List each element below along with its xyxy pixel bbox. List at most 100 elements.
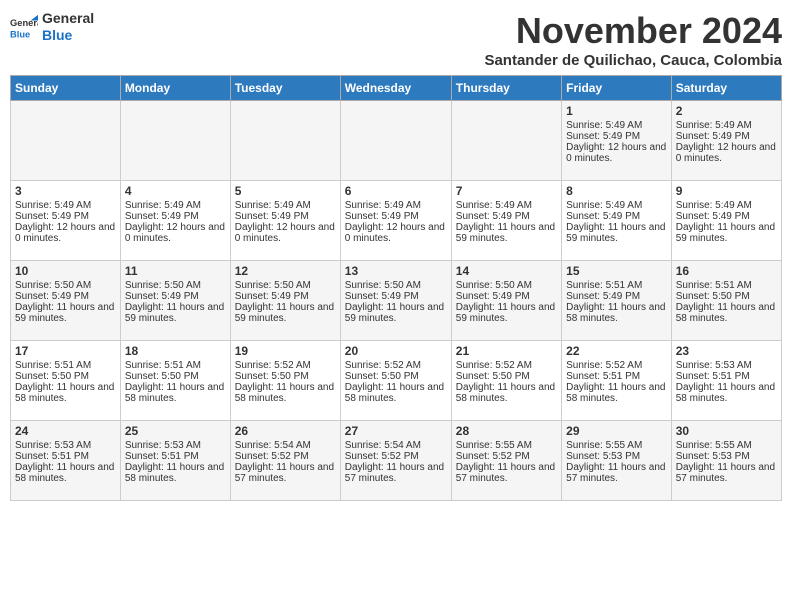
weekday-header-wednesday: Wednesday [340, 76, 451, 101]
sunrise-text: Sunrise: 5:53 AM [15, 440, 116, 451]
daylight-text: Daylight: 11 hours and 59 minutes. [456, 302, 557, 324]
day-number: 4 [125, 184, 226, 198]
sunset-text: Sunset: 5:50 PM [676, 291, 777, 302]
calendar-cell: 14Sunrise: 5:50 AMSunset: 5:49 PMDayligh… [451, 261, 561, 341]
daylight-text: Daylight: 11 hours and 57 minutes. [566, 462, 667, 484]
sunset-text: Sunset: 5:50 PM [15, 371, 116, 382]
day-number: 7 [456, 184, 557, 198]
sunrise-text: Sunrise: 5:52 AM [235, 360, 336, 371]
daylight-text: Daylight: 11 hours and 57 minutes. [235, 462, 336, 484]
day-number: 19 [235, 344, 336, 358]
daylight-text: Daylight: 11 hours and 58 minutes. [15, 382, 116, 404]
calendar-week-row: 1Sunrise: 5:49 AMSunset: 5:49 PMDaylight… [11, 101, 782, 181]
day-number: 6 [345, 184, 447, 198]
daylight-text: Daylight: 12 hours and 0 minutes. [15, 222, 116, 244]
sunrise-text: Sunrise: 5:50 AM [345, 280, 447, 291]
sunset-text: Sunset: 5:49 PM [676, 131, 777, 142]
daylight-text: Daylight: 11 hours and 58 minutes. [676, 382, 777, 404]
daylight-text: Daylight: 11 hours and 59 minutes. [456, 222, 557, 244]
sunrise-text: Sunrise: 5:49 AM [676, 120, 777, 131]
day-number: 10 [15, 264, 116, 278]
calendar-cell: 6Sunrise: 5:49 AMSunset: 5:49 PMDaylight… [340, 181, 451, 261]
weekday-header-sunday: Sunday [11, 76, 121, 101]
sunrise-text: Sunrise: 5:51 AM [566, 280, 667, 291]
calendar-week-row: 24Sunrise: 5:53 AMSunset: 5:51 PMDayligh… [11, 421, 782, 501]
logo-text-blue: Blue [42, 27, 94, 44]
day-number: 27 [345, 424, 447, 438]
calendar-table: SundayMondayTuesdayWednesdayThursdayFrid… [10, 75, 782, 501]
sunrise-text: Sunrise: 5:52 AM [345, 360, 447, 371]
sunrise-text: Sunrise: 5:49 AM [566, 200, 667, 211]
sunset-text: Sunset: 5:53 PM [566, 451, 667, 462]
sunrise-text: Sunrise: 5:50 AM [125, 280, 226, 291]
calendar-cell: 11Sunrise: 5:50 AMSunset: 5:49 PMDayligh… [120, 261, 230, 341]
location-subtitle: Santander de Quilichao, Cauca, Colombia [484, 52, 782, 69]
calendar-cell: 1Sunrise: 5:49 AMSunset: 5:49 PMDaylight… [562, 101, 672, 181]
calendar-cell: 20Sunrise: 5:52 AMSunset: 5:50 PMDayligh… [340, 341, 451, 421]
calendar-cell: 9Sunrise: 5:49 AMSunset: 5:49 PMDaylight… [671, 181, 781, 261]
sunset-text: Sunset: 5:51 PM [125, 451, 226, 462]
day-number: 15 [566, 264, 667, 278]
sunrise-text: Sunrise: 5:54 AM [345, 440, 447, 451]
daylight-text: Daylight: 11 hours and 57 minutes. [676, 462, 777, 484]
sunrise-text: Sunrise: 5:50 AM [456, 280, 557, 291]
calendar-cell: 16Sunrise: 5:51 AMSunset: 5:50 PMDayligh… [671, 261, 781, 341]
calendar-cell: 4Sunrise: 5:49 AMSunset: 5:49 PMDaylight… [120, 181, 230, 261]
sunrise-text: Sunrise: 5:49 AM [125, 200, 226, 211]
calendar-cell: 5Sunrise: 5:49 AMSunset: 5:49 PMDaylight… [230, 181, 340, 261]
calendar-cell: 22Sunrise: 5:52 AMSunset: 5:51 PMDayligh… [562, 341, 672, 421]
calendar-cell [340, 101, 451, 181]
daylight-text: Daylight: 11 hours and 58 minutes. [676, 302, 777, 324]
daylight-text: Daylight: 12 hours and 0 minutes. [676, 142, 777, 164]
sunset-text: Sunset: 5:49 PM [566, 211, 667, 222]
logo-text-general: General [42, 10, 94, 27]
daylight-text: Daylight: 11 hours and 59 minutes. [125, 302, 226, 324]
daylight-text: Daylight: 11 hours and 58 minutes. [15, 462, 116, 484]
sunset-text: Sunset: 5:51 PM [676, 371, 777, 382]
sunrise-text: Sunrise: 5:51 AM [125, 360, 226, 371]
calendar-week-row: 10Sunrise: 5:50 AMSunset: 5:49 PMDayligh… [11, 261, 782, 341]
day-number: 9 [676, 184, 777, 198]
calendar-cell: 3Sunrise: 5:49 AMSunset: 5:49 PMDaylight… [11, 181, 121, 261]
sunset-text: Sunset: 5:49 PM [676, 211, 777, 222]
sunset-text: Sunset: 5:49 PM [345, 291, 447, 302]
sunset-text: Sunset: 5:49 PM [125, 211, 226, 222]
day-number: 3 [15, 184, 116, 198]
daylight-text: Daylight: 11 hours and 57 minutes. [345, 462, 447, 484]
daylight-text: Daylight: 11 hours and 59 minutes. [566, 222, 667, 244]
calendar-week-row: 3Sunrise: 5:49 AMSunset: 5:49 PMDaylight… [11, 181, 782, 261]
logo-icon: General Blue [10, 13, 38, 41]
calendar-cell: 15Sunrise: 5:51 AMSunset: 5:49 PMDayligh… [562, 261, 672, 341]
weekday-header-friday: Friday [562, 76, 672, 101]
daylight-text: Daylight: 11 hours and 57 minutes. [456, 462, 557, 484]
sunrise-text: Sunrise: 5:53 AM [125, 440, 226, 451]
day-number: 26 [235, 424, 336, 438]
calendar-cell: 25Sunrise: 5:53 AMSunset: 5:51 PMDayligh… [120, 421, 230, 501]
day-number: 30 [676, 424, 777, 438]
sunset-text: Sunset: 5:49 PM [456, 211, 557, 222]
daylight-text: Daylight: 12 hours and 0 minutes. [566, 142, 667, 164]
calendar-cell: 26Sunrise: 5:54 AMSunset: 5:52 PMDayligh… [230, 421, 340, 501]
daylight-text: Daylight: 11 hours and 58 minutes. [566, 382, 667, 404]
sunset-text: Sunset: 5:53 PM [676, 451, 777, 462]
sunset-text: Sunset: 5:50 PM [125, 371, 226, 382]
sunset-text: Sunset: 5:52 PM [456, 451, 557, 462]
daylight-text: Daylight: 11 hours and 59 minutes. [235, 302, 336, 324]
sunrise-text: Sunrise: 5:49 AM [235, 200, 336, 211]
daylight-text: Daylight: 11 hours and 59 minutes. [345, 302, 447, 324]
sunrise-text: Sunrise: 5:53 AM [676, 360, 777, 371]
calendar-cell [120, 101, 230, 181]
calendar-cell: 7Sunrise: 5:49 AMSunset: 5:49 PMDaylight… [451, 181, 561, 261]
sunrise-text: Sunrise: 5:50 AM [235, 280, 336, 291]
calendar-cell: 17Sunrise: 5:51 AMSunset: 5:50 PMDayligh… [11, 341, 121, 421]
daylight-text: Daylight: 12 hours and 0 minutes. [235, 222, 336, 244]
daylight-text: Daylight: 11 hours and 59 minutes. [676, 222, 777, 244]
calendar-header-row: SundayMondayTuesdayWednesdayThursdayFrid… [11, 76, 782, 101]
sunset-text: Sunset: 5:50 PM [235, 371, 336, 382]
calendar-cell: 8Sunrise: 5:49 AMSunset: 5:49 PMDaylight… [562, 181, 672, 261]
day-number: 23 [676, 344, 777, 358]
sunset-text: Sunset: 5:50 PM [345, 371, 447, 382]
day-number: 18 [125, 344, 226, 358]
sunset-text: Sunset: 5:51 PM [15, 451, 116, 462]
sunrise-text: Sunrise: 5:50 AM [15, 280, 116, 291]
